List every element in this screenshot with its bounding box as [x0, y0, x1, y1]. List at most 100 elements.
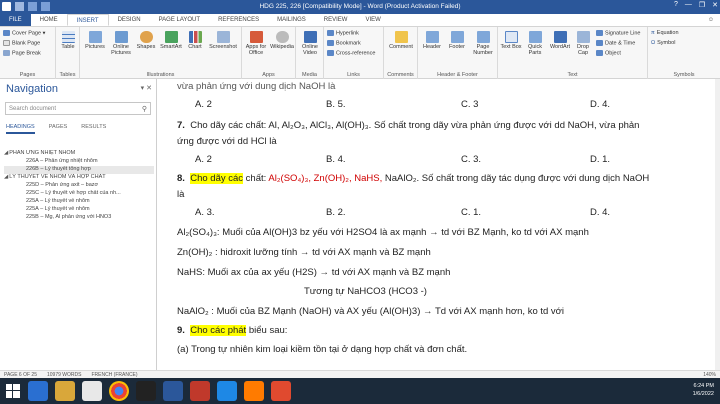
drop-cap-button[interactable]: Drop Cap [574, 31, 592, 56]
nav-tab-pages[interactable]: PAGES [49, 124, 68, 134]
wordart-icon [553, 31, 567, 43]
tree-item[interactable]: ◢PHẢN ỨNG NHIỆT NHÔM [4, 150, 154, 158]
symbols-group-label: Symbols [673, 72, 695, 78]
file-explorer-icon[interactable] [55, 381, 75, 401]
header-button[interactable]: Header [420, 31, 444, 50]
tree-item[interactable]: 225A – Lý thuyết về nhôm [4, 198, 154, 206]
tab-insert[interactable]: INSERT [66, 14, 109, 26]
q8-red-text: Al₂(SO₄)₃, Zn(OH)₂, NaHS, [268, 173, 383, 184]
quick-parts-button[interactable]: Quick Parts [524, 31, 546, 56]
screenshot-button[interactable]: Screenshot [207, 31, 239, 50]
pictures-button[interactable]: Pictures [83, 31, 107, 50]
bookmark-button[interactable]: Bookmark [327, 40, 361, 46]
online-video-button[interactable]: Online Video [298, 31, 322, 56]
pdf-icon[interactable] [190, 381, 210, 401]
page-number-button[interactable]: Page Number [470, 31, 496, 56]
note-line-1: Al₂(SO₄)₃: Muối của Al(OH)3 bz yếu với H… [177, 227, 589, 238]
tree-item[interactable]: 225C – Lý thuyết về hợp chất của nh... [4, 190, 154, 198]
page-break-icon [3, 50, 10, 56]
symbol-button[interactable]: Ω Symbol [651, 40, 675, 46]
tree-item[interactable]: 225B – Mg, Al phản ứng với HNO3 [4, 214, 154, 222]
chart-button[interactable]: Chart [185, 31, 205, 50]
media-icon[interactable] [136, 381, 156, 401]
tab-page-layout[interactable]: PAGE LAYOUT [150, 14, 209, 26]
vertical-scrollbar[interactable] [715, 79, 720, 370]
shapes-button[interactable]: Shapes [135, 31, 157, 50]
nav-tab-results[interactable]: RESULTS [81, 124, 106, 134]
object-button[interactable]: Object [596, 50, 621, 56]
ccleaner-icon[interactable] [244, 381, 264, 401]
account-area[interactable]: ☺ [708, 17, 714, 23]
signature-line-button[interactable]: Signature Line [596, 30, 640, 36]
tables-group: Table Tables [56, 27, 80, 79]
restore-button[interactable]: ❐ [699, 1, 705, 9]
illustrations-group-label: Illustrations [146, 72, 175, 78]
smartart-button[interactable]: SmartArt [158, 31, 184, 50]
table-button[interactable]: Table [58, 31, 78, 50]
store-icon[interactable] [82, 381, 102, 401]
wordart-button[interactable]: WordArt [548, 31, 572, 50]
edge-icon[interactable] [28, 381, 48, 401]
q8-highlight: Cho dãy các [190, 173, 244, 184]
minimize-button[interactable]: — [685, 1, 692, 9]
help-button[interactable]: ? [674, 1, 678, 9]
zoom-icon[interactable] [217, 381, 237, 401]
tree-item[interactable]: 225D – Phản ứng axit – bazơ [4, 182, 154, 190]
tree-item[interactable]: 225A – Lý thuyết về nhôm [4, 206, 154, 214]
search-icon[interactable]: ⚲ [142, 105, 147, 113]
system-tray[interactable]: 6:24 PM 1/6/2022 [693, 382, 714, 398]
date-time-button[interactable]: Date & Time [596, 40, 635, 46]
collapse-triangle-icon[interactable]: ◢ [4, 150, 8, 156]
cover-page-button[interactable]: Cover Page ▾ [3, 30, 45, 36]
pi-icon: π [651, 30, 655, 36]
links-group: Hyperlink Bookmark Cross-reference Links [324, 27, 384, 79]
status-bar: PAGE 6 OF 25 10979 WORDS FRENCH (FRANCE)… [0, 370, 720, 378]
window-title: HDG 225, 226 [Compatibility Mode] - Word… [259, 3, 461, 10]
tab-mailings[interactable]: MAILINGS [268, 14, 315, 26]
tab-design[interactable]: DESIGN [109, 14, 150, 26]
windows-start-icon[interactable] [6, 384, 20, 398]
text-box-button[interactable]: Text Box [500, 31, 522, 50]
tab-home[interactable]: HOME [31, 14, 67, 26]
document-page[interactable]: vừa phản ứng với dung dịch NaOH là A. 2 … [158, 79, 720, 370]
page-break-button[interactable]: Page Break [3, 50, 41, 56]
q8-option-a: A. 3. [195, 207, 215, 218]
nav-close-icon[interactable]: ▾ ✕ [141, 84, 152, 92]
collapse-triangle-icon[interactable]: ◢ [4, 174, 8, 180]
q8-number: 8. [177, 173, 185, 184]
tree-item-selected[interactable]: 226B – Lý thuyết tổng hợp [4, 166, 154, 174]
tab-file[interactable]: FILE [0, 14, 31, 26]
chrome-icon[interactable] [109, 381, 129, 401]
word-icon[interactable] [163, 381, 183, 401]
window-controls: ? — ❐ ✕ [674, 1, 718, 9]
chart-icon [188, 31, 202, 43]
hyperlink-button[interactable]: Hyperlink [327, 30, 359, 36]
text-box-icon [504, 31, 518, 43]
signature-icon [596, 30, 603, 36]
footer-button[interactable]: Footer [445, 31, 469, 50]
nav-search-input[interactable]: Search document ⚲ [5, 102, 151, 115]
online-pictures-button[interactable]: Online Pictures [109, 31, 133, 56]
acrobat-icon[interactable] [271, 381, 291, 401]
tab-view[interactable]: VIEW [356, 14, 389, 26]
navigation-pane: Navigation ▾ ✕ Search document ⚲ HEADING… [0, 79, 157, 370]
tree-item[interactable]: 226A – Phản ứng nhiệt nhôm [4, 158, 154, 166]
apps-for-office-button[interactable]: Apps for Office [244, 31, 268, 56]
close-button[interactable]: ✕ [712, 1, 718, 9]
blank-page-button[interactable]: Blank Page [3, 40, 40, 46]
equation-button[interactable]: π Equation [651, 30, 679, 36]
wikipedia-button[interactable]: Wikipedia [270, 31, 294, 50]
comment-button[interactable]: Comment [387, 31, 415, 50]
shapes-icon [139, 31, 153, 43]
ribbon-tabs: FILE HOME INSERT DESIGN PAGE LAYOUT REFE… [0, 14, 720, 27]
tab-references[interactable]: REFERENCES [209, 14, 268, 26]
tab-review[interactable]: REVIEW [315, 14, 357, 26]
tree-item[interactable]: ◢LÝ THUYẾT VỀ NHÔM VÀ HỢP CHẤT [4, 174, 154, 182]
nav-tab-headings[interactable]: HEADINGS [6, 124, 35, 134]
nav-title: Navigation [6, 83, 58, 95]
q8-option-d: D. 4. [590, 207, 611, 218]
ribbon: Cover Page ▾ Blank Page Page Break Pages… [0, 27, 720, 79]
cover-page-icon [3, 30, 10, 36]
cross-reference-button[interactable]: Cross-reference [327, 50, 375, 56]
question-7-line-2: ứng được với dd HCl là [177, 136, 277, 147]
